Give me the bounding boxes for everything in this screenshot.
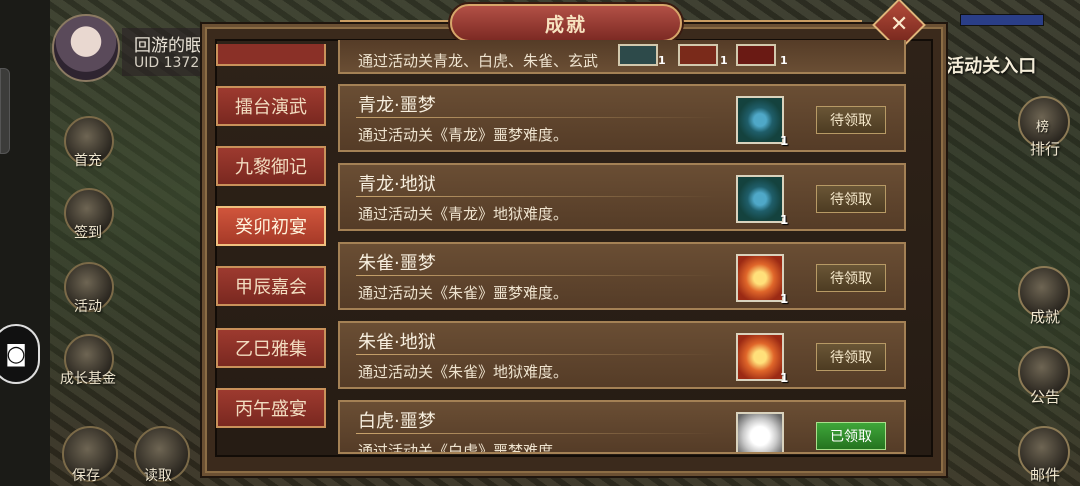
reward-count: 1 [780,213,789,227]
achievement-title: 朱雀·地狱 [358,332,436,353]
achievement-desc: 通过活动关《青龙》地狱难度。 [358,205,569,223]
tab-label: 九黎御记 [235,157,307,178]
tab-label: 擂台演武 [235,97,307,118]
reward-item-icon[interactable] [736,96,784,144]
reward-item-icon[interactable] [736,254,784,302]
tab-label: 癸卯初宴 [235,217,307,238]
achievement-row: 青龙·地狱 通过活动关《青龙》地狱难度。 1 待领取 [338,163,906,231]
load-label: 读取 [144,468,172,484]
player-uid: UID 1372 [134,55,200,71]
achievement-title: 青龙·噩梦 [358,95,436,116]
title-ornament-right [682,20,862,22]
sign-in-label: 签到 [74,225,102,241]
phone-side-handle[interactable] [0,68,10,154]
growth-fund-label: 成长基金 [60,371,116,387]
reward-item-icon[interactable] [678,44,718,66]
dialog-title-banner: 成就 [450,4,682,42]
title-ornament-left [340,20,450,22]
achievement-title: 朱雀·噩梦 [358,253,436,274]
achievement-row: 朱雀·噩梦 通过活动关《朱雀》噩梦难度。 1 待领取 [338,242,906,310]
ranking-label: 排行 [1030,140,1061,158]
achievement-desc: 通过活动关《朱雀》地狱难度。 [358,363,569,381]
claim-button[interactable]: 待领取 [816,264,886,292]
reward-count: 1 [780,134,789,148]
achievement-title: 青龙·地狱 [358,174,436,195]
reward-item-icon[interactable] [736,175,784,223]
reward-count: 1 [780,371,789,385]
achievement-row: 白虎·噩梦 通过活动关《白虎》噩梦难度。 已领取 [338,400,906,454]
tab-label: 乙巳雅集 [235,339,307,360]
close-icon: ✕ [889,12,909,37]
tab-arena[interactable]: 擂台演武 [216,86,326,126]
tab-jiachen[interactable]: 甲辰嘉会 [216,266,326,306]
achievement-desc: 通过活动关《朱雀》噩梦难度。 [358,284,569,302]
floating-assistant-icon[interactable]: ◙ [0,324,40,384]
tab-yisi[interactable]: 乙巳雅集 [216,328,326,368]
events-label: 活动 [74,299,102,315]
player-avatar[interactable] [52,14,120,82]
reward-item-icon[interactable] [736,44,776,66]
reward-item-icon[interactable] [736,333,784,381]
tab-jiuli[interactable]: 九黎御记 [216,146,326,186]
player-name: 回游的眠 [134,36,202,56]
row-divider [356,275,716,276]
save-label: 保存 [72,468,100,484]
achievement-label: 成就 [1030,308,1061,326]
reward-count: 1 [780,54,788,67]
resource-bar [960,14,1044,26]
reward-count: 1 [658,54,666,67]
ranking-badge: 榜 [1036,120,1050,135]
notice-label: 公告 [1030,388,1061,406]
achievement-title: 白虎·噩梦 [358,411,436,432]
tab-guimao[interactable]: 癸卯初宴 [216,206,326,246]
dialog-title: 成就 [544,13,587,36]
first-recharge-label: 首充 [74,153,102,169]
achievement-desc: 通过活动关《白虎》噩梦难度。 [358,442,569,454]
achievement-row: 青龙·噩梦 通过活动关《青龙》噩梦难度。 1 待领取 [338,84,906,152]
tab-scrolled-partial[interactable] [216,44,326,66]
claimed-badge: 已领取 [816,422,886,450]
achievement-desc: 通过活动关青龙、白虎、朱雀、玄武 [358,52,599,70]
claim-button[interactable]: 待领取 [816,185,886,213]
tab-label: 丙午盛宴 [235,399,307,420]
achievement-row: 朱雀·地狱 通过活动关《朱雀》地狱难度。 1 待领取 [338,321,906,389]
tab-label: 甲辰嘉会 [235,277,307,298]
reward-count: 1 [780,292,789,306]
reward-count: 1 [720,54,728,67]
reward-item-icon[interactable] [736,412,784,452]
achievement-row-partial: 通过活动关青龙、白虎、朱雀、玄武 1 1 1 [338,40,906,74]
mail-label: 邮件 [1030,466,1061,484]
row-divider [356,433,716,434]
row-divider [356,196,716,197]
row-divider [356,354,716,355]
tab-bingwu[interactable]: 丙午盛宴 [216,388,326,428]
row-divider [356,117,716,118]
achievement-desc: 通过活动关《青龙》噩梦难度。 [358,126,569,144]
reward-item-icon[interactable] [618,44,658,66]
claim-button[interactable]: 待领取 [816,343,886,371]
claim-button[interactable]: 待领取 [816,106,886,134]
